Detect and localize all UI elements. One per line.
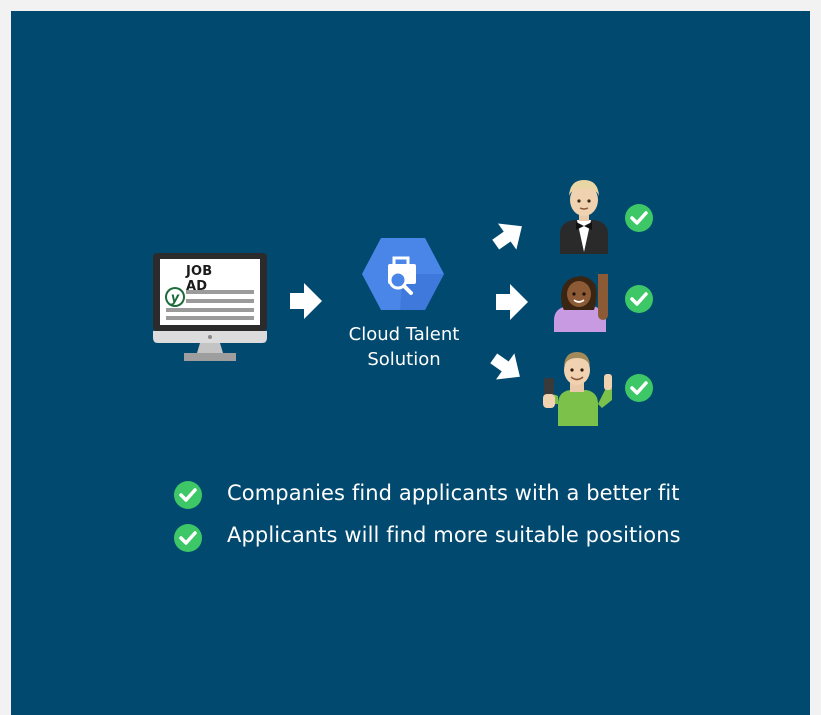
check-icon-3 xyxy=(625,374,653,402)
arrow-right-middle-icon xyxy=(496,284,528,320)
check-icon-1 xyxy=(625,204,653,232)
service-label-line1: Cloud Talent xyxy=(348,324,460,345)
arrow-down-right-icon xyxy=(490,353,520,380)
arrow-right-icon xyxy=(290,283,322,319)
arrow-up-right-icon xyxy=(492,223,522,250)
applicant-thumbs-up-icon xyxy=(543,352,612,426)
benefit-text-1: Companies find applicants with a better … xyxy=(227,481,680,505)
applicant-raising-hand-icon xyxy=(554,274,608,332)
company-logo-icon: y xyxy=(165,287,185,307)
job-ad-title: JOB AD xyxy=(186,264,213,294)
benefit-check-icon-1 xyxy=(174,481,202,509)
benefit-check-icon-2 xyxy=(174,524,202,552)
service-label-line2: Solution xyxy=(367,349,441,370)
cloud-talent-solution-icon xyxy=(362,238,444,310)
check-icon-2 xyxy=(625,285,653,313)
service-label: Cloud Talent Solution xyxy=(334,322,474,372)
company-logo-letter: y xyxy=(171,291,180,306)
benefit-text-2: Applicants will find more suitable posit… xyxy=(227,523,681,547)
applicant-tuxedo-icon xyxy=(560,180,608,254)
